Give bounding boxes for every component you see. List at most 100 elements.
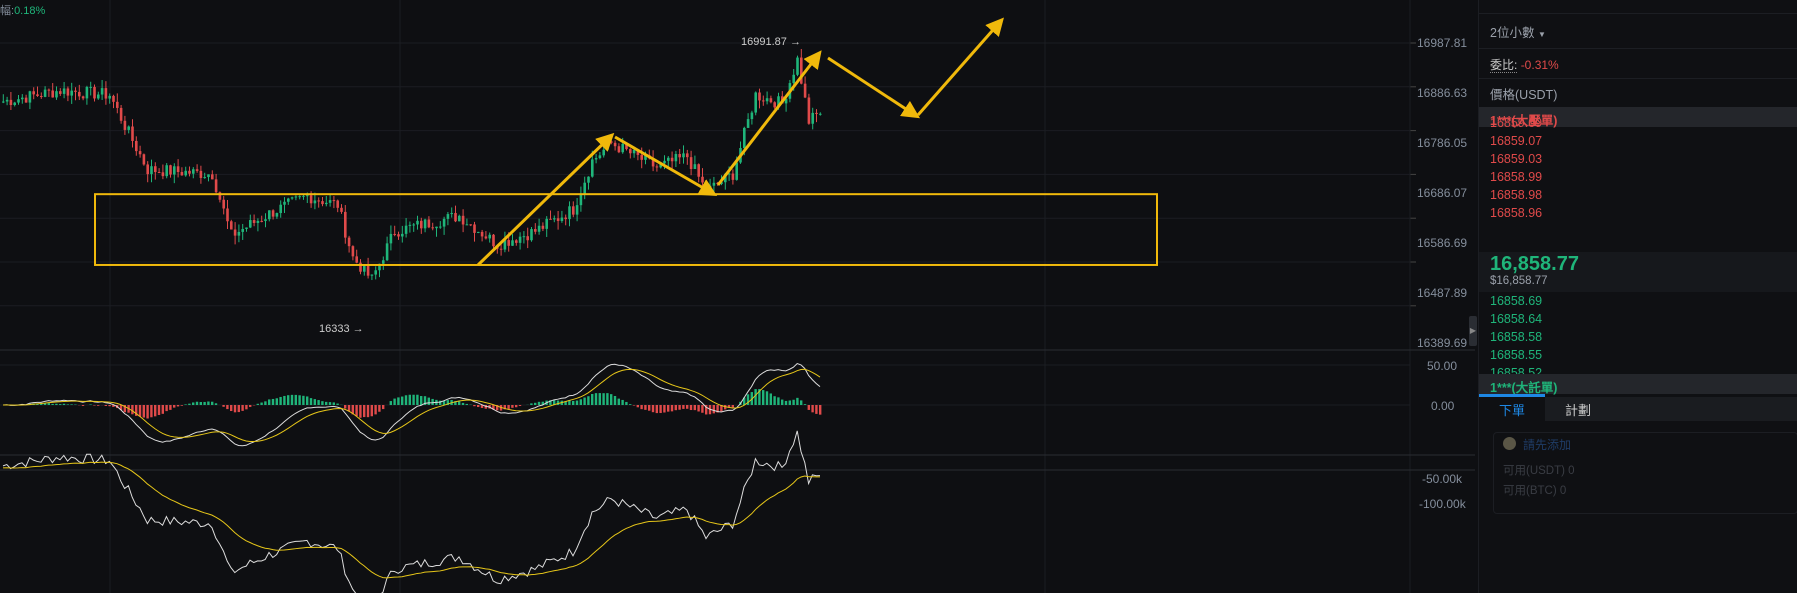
- tab-order[interactable]: 下單: [1499, 400, 1525, 419]
- ask-row[interactable]: 16858.96: [1490, 206, 1542, 220]
- macd-bar: [461, 402, 465, 405]
- macd-bar: [271, 398, 275, 405]
- avail-btc: 可用(BTC) 0: [1503, 485, 1567, 497]
- collapse-panel-handle[interactable]: ▶: [1469, 316, 1477, 346]
- candle: [173, 166, 176, 175]
- candle: [165, 165, 168, 177]
- candle: [169, 165, 172, 175]
- candle: [211, 174, 214, 180]
- candle: [328, 200, 332, 203]
- ask-row[interactable]: 16858.99: [1490, 170, 1542, 184]
- candle: [55, 91, 58, 98]
- macd-bar: [583, 397, 586, 405]
- macd-bar: [515, 405, 518, 408]
- macd-bar: [138, 405, 142, 417]
- candle: [370, 274, 374, 276]
- candle: [606, 141, 609, 150]
- macd-bar: [819, 405, 822, 415]
- candle: [420, 220, 423, 229]
- candle: [104, 88, 108, 99]
- macd-bar: [788, 400, 791, 405]
- candle: [374, 270, 377, 275]
- candle: [157, 172, 161, 174]
- candle: [70, 90, 73, 96]
- ask-row[interactable]: 16859.03: [1490, 152, 1542, 166]
- macd-bar: [203, 401, 206, 405]
- lower-axis-label: -100.00k: [1419, 497, 1466, 511]
- macd-bar: [617, 398, 620, 405]
- candle: [640, 154, 643, 160]
- bid-row[interactable]: 16858.69: [1490, 294, 1542, 308]
- macd-bar: [370, 405, 373, 417]
- candle: [499, 248, 503, 250]
- bid-row[interactable]: 16858.58: [1490, 330, 1542, 344]
- macd-bar: [180, 405, 183, 406]
- macd-bar: [211, 401, 214, 405]
- candle: [602, 149, 605, 156]
- macd-bar: [142, 405, 145, 418]
- candle: [556, 218, 560, 221]
- candle: [336, 200, 339, 208]
- candle: [762, 100, 765, 102]
- candle: [796, 57, 799, 75]
- candle: [252, 220, 256, 223]
- macd-bar: [689, 405, 693, 411]
- tab-plan[interactable]: 計劃: [1545, 397, 1797, 421]
- macd-bar: [332, 402, 335, 405]
- macd-bar: [104, 405, 107, 406]
- macd-bar: [682, 405, 685, 409]
- candle: [271, 210, 275, 217]
- ask-row[interactable]: 16859.09: [1490, 116, 1542, 130]
- candle: [670, 157, 674, 162]
- price-header: 價格(USDT): [1490, 88, 1558, 102]
- macd-bar: [328, 402, 332, 405]
- macd-bar: [108, 405, 111, 407]
- macd-bar: [404, 395, 408, 405]
- candle: [97, 94, 100, 99]
- bid-big-order[interactable]: 1***(大託單): [1479, 374, 1797, 395]
- macd-bar: [233, 405, 237, 413]
- candle: [712, 182, 716, 186]
- bid-row[interactable]: 16858.55: [1490, 348, 1542, 362]
- add-hint-link[interactable]: 請先添加: [1523, 436, 1571, 453]
- macd-bar: [632, 405, 636, 406]
- macd-bar: [610, 394, 613, 405]
- low-label: 16333 →: [319, 323, 364, 335]
- macd-bar: [606, 393, 609, 405]
- candle: [568, 206, 571, 220]
- macd-bar: [165, 405, 168, 412]
- macd-bar: [173, 405, 176, 408]
- precision-select[interactable]: 2位小數 ▼: [1490, 22, 1546, 41]
- macd-bar: [260, 402, 263, 405]
- macd-bar: [667, 405, 670, 412]
- candle: [59, 91, 62, 94]
- coin-icon: [1503, 437, 1516, 450]
- candle: [408, 224, 412, 226]
- macd-bar: [473, 405, 476, 407]
- candle: [458, 215, 461, 222]
- candle: [621, 143, 624, 153]
- candle: [313, 200, 317, 204]
- macd-bar: [693, 405, 696, 411]
- macd-bar: [355, 405, 358, 417]
- ask-row[interactable]: 16858.98: [1490, 188, 1542, 202]
- macd-bar: [636, 405, 639, 408]
- macd-bar: [640, 405, 643, 410]
- caret-down-icon: ▼: [1537, 30, 1546, 39]
- candle: [545, 218, 548, 229]
- candle: [655, 166, 659, 168]
- candle: [275, 213, 279, 217]
- macd-bar: [279, 396, 282, 405]
- bid-row[interactable]: 16858.64: [1490, 312, 1542, 326]
- macd-bar: [621, 399, 624, 405]
- macd-bar: [363, 405, 366, 418]
- macd-bar: [412, 394, 415, 405]
- candle: [317, 200, 320, 202]
- candle: [435, 226, 438, 229]
- candle: [731, 173, 735, 180]
- macd-bar: [811, 405, 814, 413]
- candle: [423, 219, 427, 229]
- macd-bar: [420, 396, 423, 405]
- price-chart[interactable]: [0, 0, 1475, 593]
- ask-row[interactable]: 16859.07: [1490, 134, 1542, 148]
